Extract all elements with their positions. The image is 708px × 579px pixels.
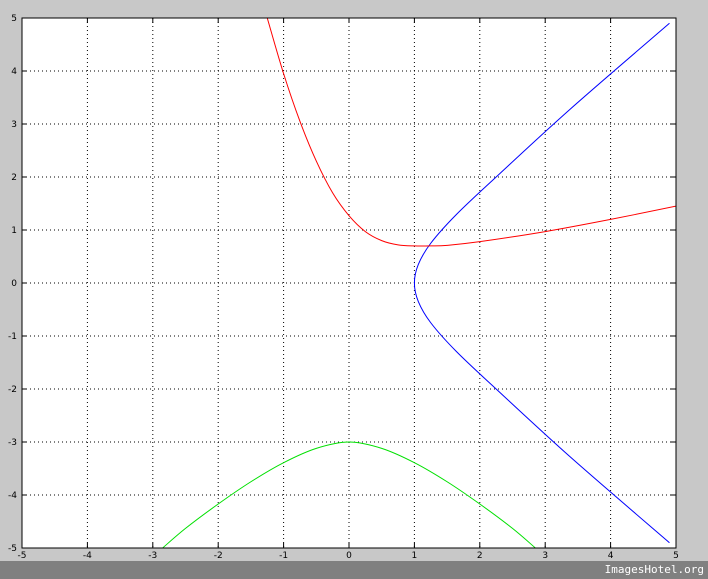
x-tick-label: 1 — [412, 551, 418, 561]
y-tick-label: 5 — [11, 14, 17, 24]
y-tick-label: 2 — [11, 173, 17, 183]
x-tick-label: 4 — [608, 551, 614, 561]
x-tick-label: 2 — [477, 551, 483, 561]
y-tick-label: -4 — [8, 491, 17, 501]
x-tick-label: -1 — [279, 551, 288, 561]
y-tick-label: -2 — [8, 385, 17, 395]
x-tick-label: -2 — [214, 551, 223, 561]
watermark-text: ImagesHotel.org — [604, 563, 704, 576]
x-tick-label: -4 — [83, 551, 92, 561]
y-tick-label: 3 — [11, 120, 17, 130]
chart-figure: -5 -4 -3 -2 -1 0 1 2 3 4 5 -5 -4 -3 -2 -1 0 1 2 3 4 5 — [8, 14, 679, 561]
x-tick-label: -3 — [148, 551, 157, 561]
y-tick-label: -3 — [8, 438, 17, 448]
y-tick-label: 1 — [11, 226, 17, 236]
y-tick-label: -1 — [8, 332, 17, 342]
x-tick-label: -5 — [18, 551, 27, 561]
y-tick-label: -5 — [8, 544, 17, 554]
y-tick-label: 4 — [11, 67, 17, 77]
x-tick-label: 5 — [673, 551, 679, 561]
watermark-bar: ImagesHotel.org — [0, 561, 708, 579]
x-tick-label: 0 — [346, 551, 352, 561]
x-tick-label: 3 — [542, 551, 548, 561]
y-tick-label: 0 — [11, 279, 17, 289]
